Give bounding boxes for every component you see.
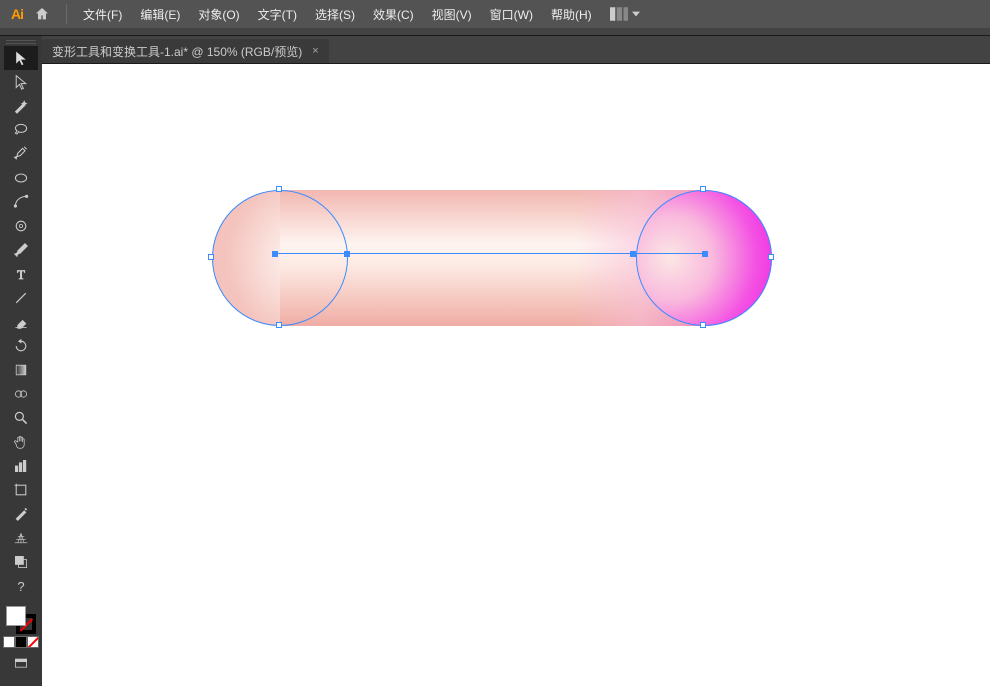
document-tab[interactable]: 变形工具和变换工具-1.ai* @ 150% (RGB/预览) ×: [42, 39, 329, 63]
column-graph-tool[interactable]: [4, 454, 38, 478]
lasso-tool[interactable]: [4, 118, 38, 142]
anchor[interactable]: [272, 251, 278, 257]
anchor[interactable]: [700, 186, 706, 192]
screen-mode-icon[interactable]: [4, 652, 38, 676]
blend-tool[interactable]: [4, 382, 38, 406]
menu-view[interactable]: 视图(V): [424, 2, 480, 27]
menu-file[interactable]: 文件(F): [75, 2, 130, 27]
menu-separator: [66, 4, 67, 24]
selection-connector: [274, 253, 706, 254]
tab-title: 变形工具和变换工具-1.ai* @ 150% (RGB/预览): [52, 43, 302, 60]
color-mode-row: [3, 636, 39, 648]
menu-window[interactable]: 窗口(W): [482, 2, 541, 27]
paintbrush-tool[interactable]: [4, 238, 38, 262]
type-tool[interactable]: T: [4, 262, 38, 286]
selection-outline-right: [636, 190, 772, 326]
drawing-mode-icon[interactable]: [4, 550, 38, 574]
anchor[interactable]: [630, 251, 636, 257]
panel-drag-handle[interactable]: [0, 38, 42, 46]
menu-help[interactable]: 帮助(H): [543, 2, 600, 27]
workspace-switcher[interactable]: [610, 7, 640, 21]
menu-edit[interactable]: 编辑(E): [132, 2, 188, 27]
selection-outline-left: [212, 190, 348, 326]
tools-panel: T ?: [0, 36, 42, 686]
anchor[interactable]: [344, 251, 350, 257]
home-icon[interactable]: [30, 2, 54, 26]
menu-bar: Ai 文件(F) 编辑(E) 对象(O) 文字(T) 选择(S) 效果(C) 视…: [0, 0, 990, 28]
close-icon[interactable]: ×: [312, 45, 318, 57]
menu-type[interactable]: 文字(T): [250, 2, 305, 27]
app-logo: Ai: [6, 3, 28, 25]
fill-swatch[interactable]: [6, 606, 26, 626]
direct-selection-tool[interactable]: [4, 70, 38, 94]
color-mode-color[interactable]: [3, 636, 15, 648]
anchor[interactable]: [700, 322, 706, 328]
menu-effect[interactable]: 效果(C): [365, 2, 422, 27]
gradient-tool[interactable]: [4, 358, 38, 382]
zoom-tool[interactable]: [4, 406, 38, 430]
ellipse-tool[interactable]: [4, 166, 38, 190]
rotate-tool[interactable]: [4, 334, 38, 358]
shaper-tool[interactable]: [4, 214, 38, 238]
eraser-tool[interactable]: [4, 310, 38, 334]
main-area: [0, 64, 990, 686]
fill-stroke-swatches[interactable]: [4, 604, 38, 634]
menu-select[interactable]: 选择(S): [307, 2, 363, 27]
magic-wand-tool[interactable]: [4, 94, 38, 118]
curvature-tool[interactable]: [4, 190, 38, 214]
help-icon[interactable]: ?: [4, 574, 38, 598]
artboard-tool[interactable]: [4, 478, 38, 502]
menu-object[interactable]: 对象(O): [190, 2, 247, 27]
anchor[interactable]: [276, 186, 282, 192]
anchor[interactable]: [768, 254, 774, 260]
anchor[interactable]: [208, 254, 214, 260]
document-tab-bar: 变形工具和变换工具-1.ai* @ 150% (RGB/预览) ×: [0, 36, 990, 64]
color-mode-none[interactable]: [27, 636, 39, 648]
anchor[interactable]: [276, 322, 282, 328]
line-segment-tool[interactable]: [4, 286, 38, 310]
pen-tool[interactable]: [4, 142, 38, 166]
hand-tool[interactable]: [4, 430, 38, 454]
anchor[interactable]: [702, 251, 708, 257]
canvas[interactable]: [42, 64, 990, 686]
perspective-grid-tool[interactable]: [4, 526, 38, 550]
selection-tool[interactable]: [4, 46, 38, 70]
artwork-group: [212, 190, 772, 326]
slice-tool[interactable]: [4, 502, 38, 526]
color-mode-gradient[interactable]: [15, 636, 27, 648]
svg-text:T: T: [17, 268, 25, 282]
control-bar: [0, 28, 990, 36]
